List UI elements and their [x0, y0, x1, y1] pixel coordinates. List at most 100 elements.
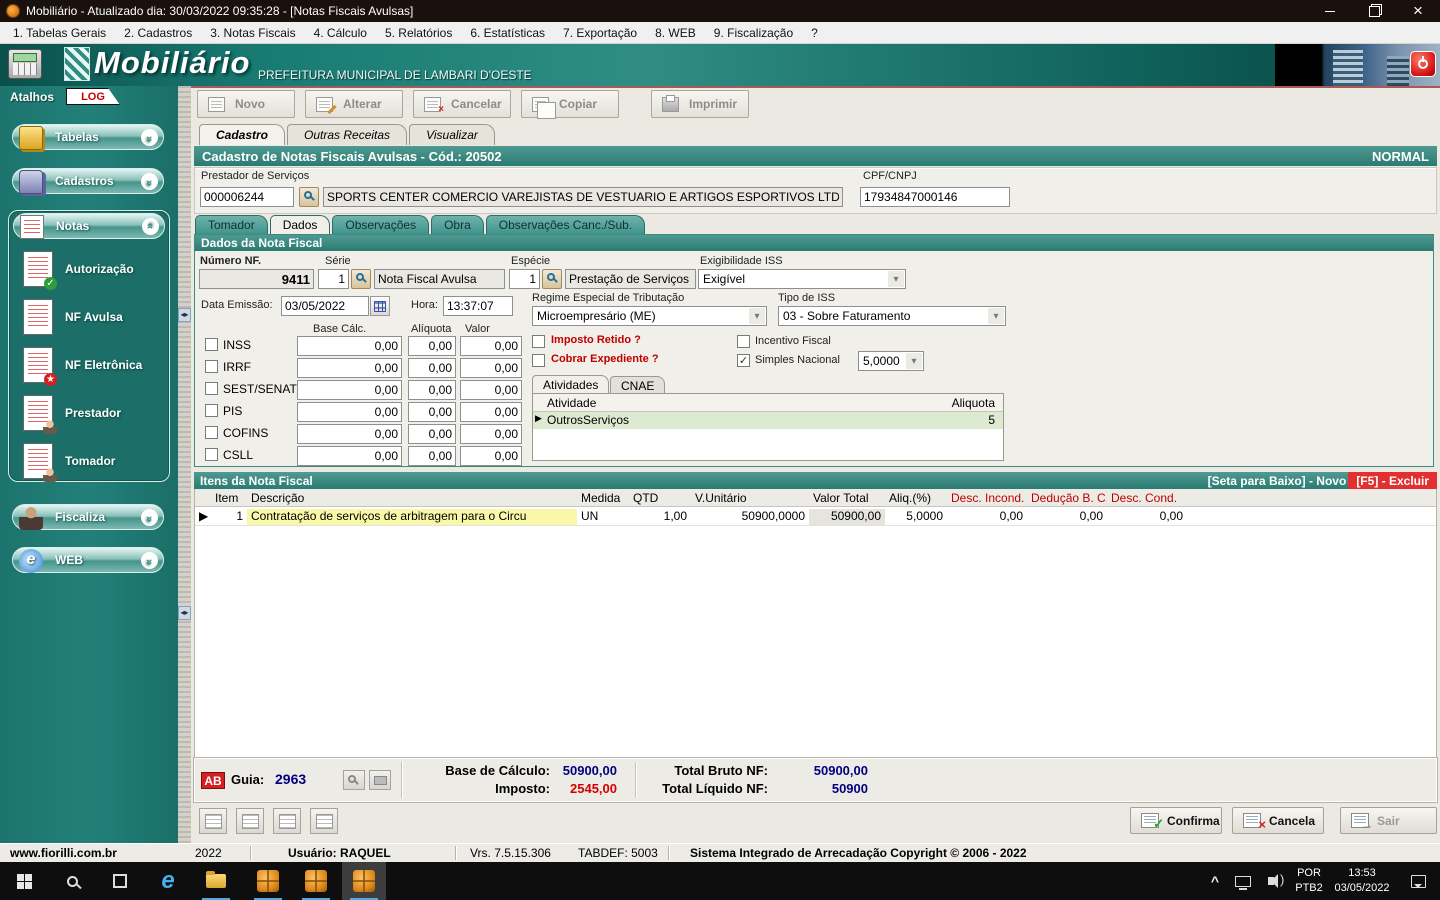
irrf-checkbox[interactable]	[205, 360, 218, 373]
menu-estatisticas[interactable]: 6. Estatísticas	[461, 24, 554, 42]
sidebar-group-tabelas[interactable]: Tabelas »	[12, 124, 164, 150]
tipo-iss-select[interactable]: 03 - Sobre Faturamento ▾	[778, 306, 1006, 326]
chevron-down-icon[interactable]: »	[141, 129, 158, 146]
prestador-name-input[interactable]	[323, 187, 843, 207]
show-hidden-icons-button[interactable]: ^	[1198, 862, 1232, 900]
taskbar-search-button[interactable]	[50, 862, 94, 900]
csll-aliquota-input[interactable]	[408, 446, 456, 466]
prestador-search-button[interactable]	[299, 187, 319, 207]
menu-cadastros[interactable]: 2. Cadastros	[115, 24, 201, 42]
cofins-checkbox[interactable]	[205, 426, 218, 439]
pis-aliquota-input[interactable]	[408, 402, 456, 422]
tab-visualizar[interactable]: Visualizar	[409, 124, 495, 145]
chevron-down-icon[interactable]: »	[141, 509, 158, 526]
numero-input[interactable]	[199, 269, 314, 289]
regime-select[interactable]: Microempresário (ME) ▾	[532, 306, 767, 326]
cofins-valor-input[interactable]	[460, 424, 522, 444]
minimize-button[interactable]	[1308, 0, 1352, 22]
log-button[interactable]: LOG	[66, 88, 120, 105]
cpf-input[interactable]	[860, 187, 1010, 207]
taskbar-ie-button[interactable]: e	[146, 862, 190, 900]
tab-outras-receitas[interactable]: Outras Receitas	[287, 124, 408, 145]
incentivo-fiscal-checkbox[interactable]	[737, 335, 750, 348]
simples-nacional-checkbox[interactable]	[737, 354, 750, 367]
subtab-observacoes[interactable]: Observações	[332, 215, 430, 234]
cofins-aliquota-input[interactable]	[408, 424, 456, 444]
hora-input[interactable]	[443, 296, 513, 316]
menu-help[interactable]: ?	[802, 24, 827, 42]
record-nav-last-button[interactable]	[310, 808, 338, 834]
taskbar-app2-button[interactable]	[294, 862, 338, 900]
clock[interactable]: 13:53 03/05/2022	[1322, 866, 1402, 896]
sidebar-group-notas[interactable]: Notas »	[13, 213, 165, 239]
splitter-collapse-button[interactable]: ◂▸	[178, 308, 191, 322]
alterar-button[interactable]: Alterar	[305, 90, 403, 118]
record-nav-first-button[interactable]	[199, 808, 227, 834]
novo-button[interactable]: Novo	[197, 90, 295, 118]
calculator-icon[interactable]	[8, 49, 42, 79]
sidebar-item-autorizacao[interactable]: ✓ Autorização	[9, 247, 169, 291]
prestador-code-input[interactable]	[200, 187, 294, 207]
sest-aliquota-input[interactable]	[408, 380, 456, 400]
atividade-row[interactable]: ▶ OutrosServiços 5	[533, 412, 1003, 429]
tab-atividades[interactable]: Atividades	[532, 375, 610, 393]
record-nav-next-button[interactable]	[273, 808, 301, 834]
pis-checkbox[interactable]	[205, 404, 218, 417]
imposto-retido-checkbox[interactable]	[532, 335, 545, 348]
exigibilidade-select[interactable]: Exigível ▾	[698, 269, 906, 289]
inss-valor-input[interactable]	[460, 336, 522, 356]
subtab-observacoes-canc[interactable]: Observações Canc./Sub.	[485, 215, 646, 234]
inss-base-input[interactable]	[297, 336, 402, 356]
tab-cnae[interactable]: CNAE	[610, 376, 666, 394]
sidebar-item-tomador[interactable]: Tomador	[9, 439, 169, 483]
exit-power-button[interactable]	[1410, 51, 1436, 77]
confirma-button[interactable]: ✓ Confirma	[1130, 807, 1222, 834]
pis-valor-input[interactable]	[460, 402, 522, 422]
sair-button[interactable]: → Sair	[1340, 807, 1437, 834]
irrf-aliquota-input[interactable]	[408, 358, 456, 378]
irrf-valor-input[interactable]	[460, 358, 522, 378]
subtab-obra[interactable]: Obra	[431, 215, 484, 234]
status-site[interactable]: www.fiorilli.com.br	[10, 846, 117, 860]
csll-checkbox[interactable]	[205, 448, 218, 461]
serie-input[interactable]	[318, 269, 349, 289]
sidebar-item-nf-eletronica[interactable]: ★ NF Eletrônica	[9, 343, 169, 387]
subtab-dados[interactable]: Dados	[269, 215, 331, 234]
data-emissao-input[interactable]	[281, 296, 369, 316]
splitter-expand-button[interactable]: ◂▸	[178, 606, 191, 620]
restore-button[interactable]	[1352, 0, 1396, 22]
copiar-button[interactable]: Copiar	[521, 90, 619, 119]
sidebar-group-cadastros[interactable]: Cadastros »	[12, 168, 164, 194]
menu-web[interactable]: 8. WEB	[646, 24, 705, 42]
taskbar-explorer-button[interactable]	[194, 862, 238, 900]
volume-tray-icon[interactable]	[1256, 862, 1286, 900]
cobrar-expediente-checkbox[interactable]	[532, 354, 545, 367]
chevron-down-icon[interactable]: »	[141, 173, 158, 190]
sidebar-item-prestador[interactable]: Prestador	[9, 391, 169, 435]
sidebar-group-fiscaliza[interactable]: Fiscaliza »	[12, 504, 164, 530]
sest-checkbox[interactable]	[205, 382, 218, 395]
menu-calculo[interactable]: 4. Cálculo	[305, 24, 376, 42]
pis-base-input[interactable]	[297, 402, 402, 422]
action-center-button[interactable]	[1398, 862, 1438, 900]
irrf-base-input[interactable]	[297, 358, 402, 378]
sidebar-item-nf-avulsa[interactable]: NF Avulsa	[9, 295, 169, 339]
tab-cadastro[interactable]: Cadastro	[199, 124, 286, 145]
csll-base-input[interactable]	[297, 446, 402, 466]
especie-input[interactable]	[509, 269, 540, 289]
cofins-base-input[interactable]	[297, 424, 402, 444]
simples-valor-select[interactable]: 5,0000 ▾	[858, 351, 924, 371]
menu-exportacao[interactable]: 7. Exportação	[554, 24, 646, 42]
inss-checkbox[interactable]	[205, 338, 218, 351]
especie-search-button[interactable]	[542, 269, 562, 289]
item-row[interactable]: ▶ 1 Contratação de serviços de arbitrage…	[195, 507, 1436, 526]
chevron-up-icon[interactable]: »	[142, 218, 159, 235]
network-tray-icon[interactable]	[1228, 862, 1258, 900]
sidebar-splitter[interactable]: ◂▸ ◂▸	[178, 86, 191, 843]
calendar-button[interactable]	[370, 296, 390, 316]
especie-desc-input[interactable]	[565, 269, 696, 289]
subtab-tomador[interactable]: Tomador	[195, 215, 268, 234]
imprimir-button[interactable]: Imprimir	[651, 90, 749, 118]
menu-tabelas-gerais[interactable]: 1. Tabelas Gerais	[4, 24, 115, 42]
taskbar-app3-button-active[interactable]	[342, 862, 386, 900]
